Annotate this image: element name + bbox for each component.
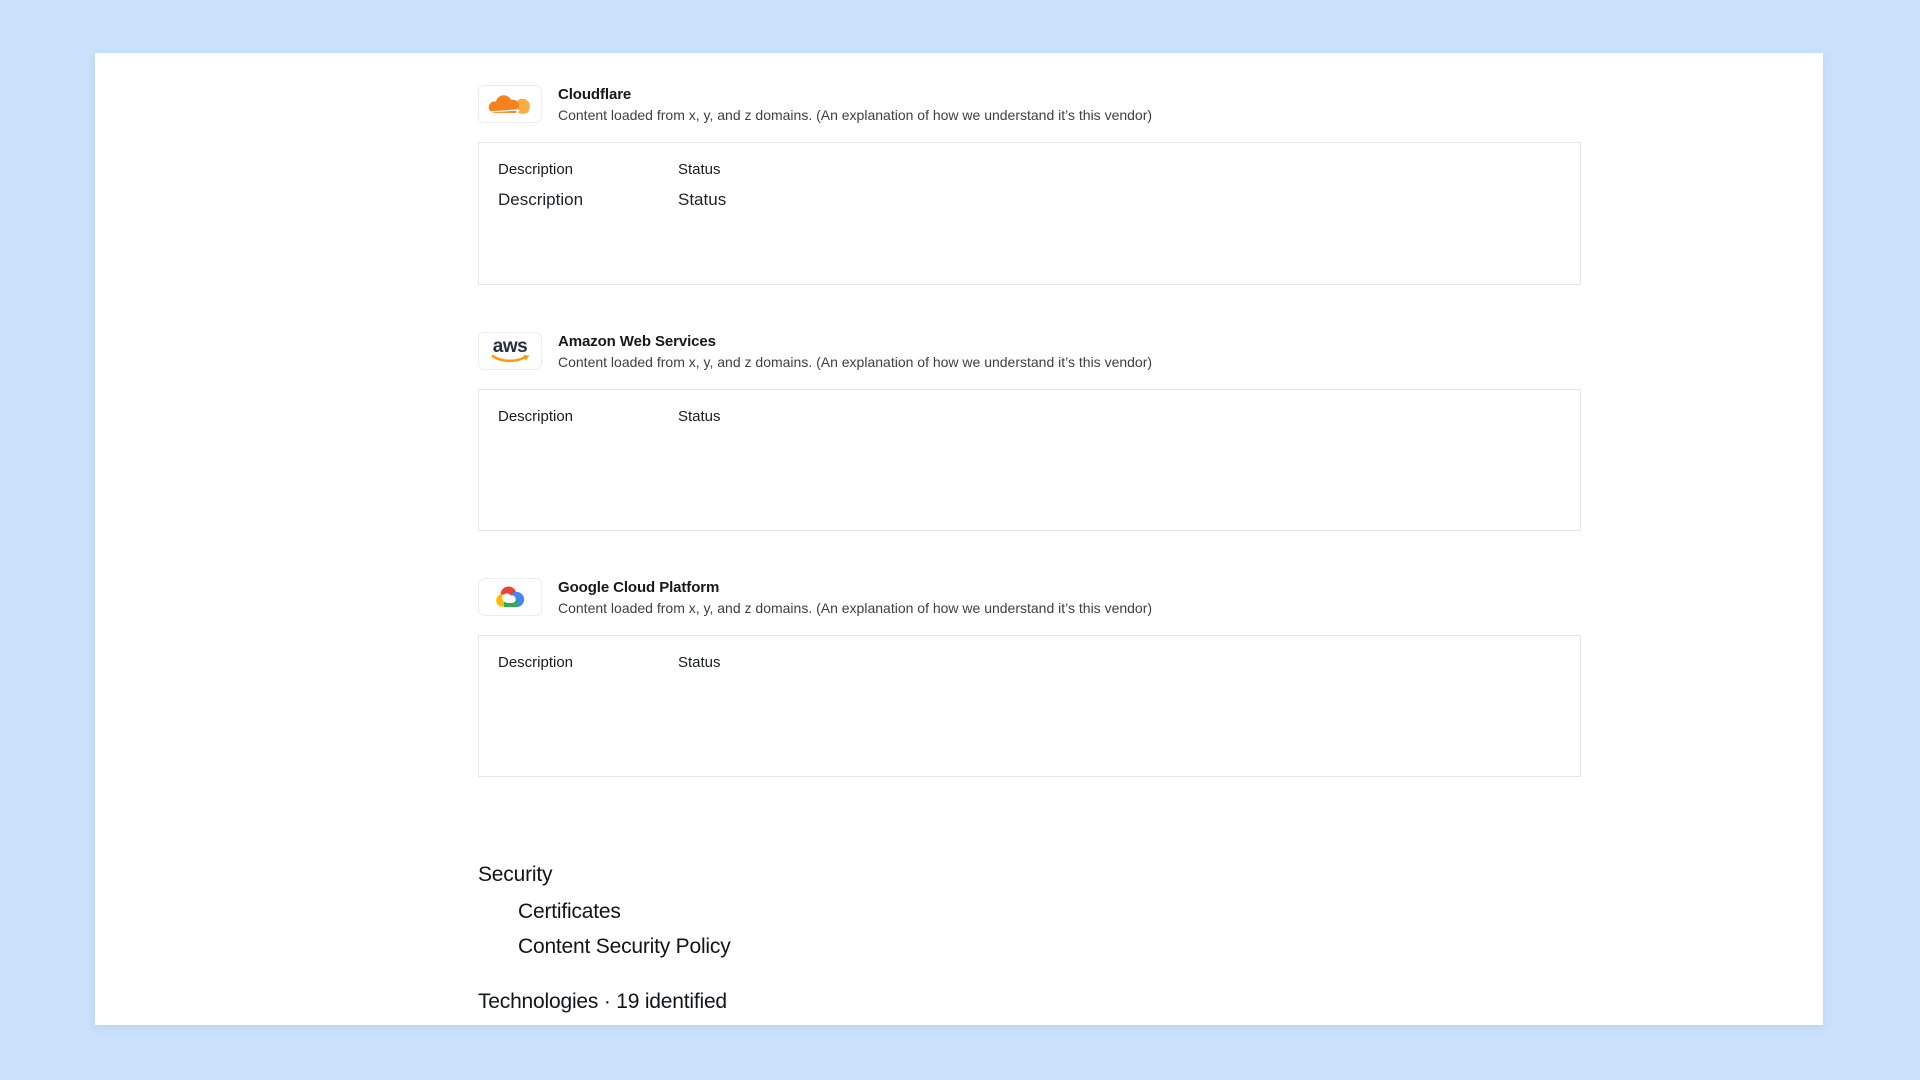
report-card: Cloudflare Content loaded from x, y, and…: [95, 53, 1823, 1025]
vendor-name: Google Cloud Platform: [558, 579, 1152, 596]
table-col-description: Description: [498, 161, 678, 179]
table-col-status: Status: [678, 408, 1560, 426]
vendor-table: Description Status: [478, 635, 1581, 777]
table-row: Description Status: [498, 190, 1560, 210]
security-item-content-security-policy: Content Security Policy: [518, 934, 1581, 960]
table-col-description: Description: [498, 408, 678, 426]
vendor-header: Cloudflare Content loaded from x, y, and…: [478, 85, 1581, 123]
gcp-logo-icon: [478, 578, 542, 616]
table-header-row: Description Status: [498, 408, 1560, 426]
vendor-name: Cloudflare: [558, 86, 1152, 103]
security-heading: Security: [478, 862, 1581, 888]
vendor-description: Content loaded from x, y, and z domains.…: [558, 600, 1152, 616]
vendor-section-cloudflare: Cloudflare Content loaded from x, y, and…: [478, 85, 1581, 285]
table-cell-description: Description: [498, 190, 678, 210]
cloudflare-logo-icon: [478, 85, 542, 123]
report-content: Cloudflare Content loaded from x, y, and…: [95, 53, 1581, 1015]
vendor-table: Description Status Description Status: [478, 142, 1581, 285]
vendor-description: Content loaded from x, y, and z domains.…: [558, 354, 1152, 370]
table-col-status: Status: [678, 161, 1560, 179]
vendor-header: Google Cloud Platform Content loaded fro…: [478, 578, 1581, 616]
technologies-heading: Technologies · 19 identified: [478, 989, 1581, 1015]
aws-logo-text: aws: [493, 339, 527, 355]
table-cell-status: Status: [678, 190, 1560, 210]
vendor-text: Amazon Web Services Content loaded from …: [558, 332, 1152, 370]
vendor-header: aws Amazon Web Services Content loaded f…: [478, 332, 1581, 370]
vendor-description: Content loaded from x, y, and z domains.…: [558, 107, 1152, 123]
vendor-name: Amazon Web Services: [558, 333, 1152, 350]
vendor-section-gcp: Google Cloud Platform Content loaded fro…: [478, 578, 1581, 777]
aws-logo-icon: aws: [478, 332, 542, 370]
table-col-description: Description: [498, 654, 678, 672]
vendor-table: Description Status: [478, 389, 1581, 531]
table-col-status: Status: [678, 654, 1560, 672]
table-header-row: Description Status: [498, 654, 1560, 672]
vendor-section-aws: aws Amazon Web Services Content loaded f…: [478, 332, 1581, 531]
security-item-certificates: Certificates: [518, 899, 1581, 925]
vendor-text: Google Cloud Platform Content loaded fro…: [558, 578, 1152, 616]
table-header-row: Description Status: [498, 161, 1560, 179]
vendor-text: Cloudflare Content loaded from x, y, and…: [558, 85, 1152, 123]
